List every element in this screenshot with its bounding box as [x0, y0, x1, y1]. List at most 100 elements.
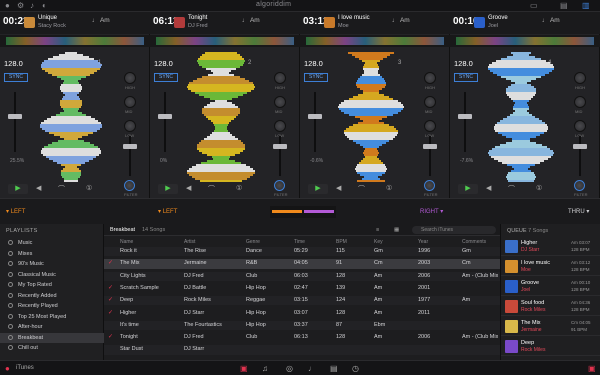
column-header[interactable]: Year — [418, 239, 428, 245]
queue-item[interactable]: The Mix Jermaine Cm 04:05 91 BPM — [501, 317, 600, 336]
sidebar-item[interactable]: Recently Added — [0, 291, 104, 301]
eq-mid-knob[interactable] — [274, 96, 286, 108]
list-view-icon[interactable]: ≡ — [376, 227, 379, 233]
artists-tab-icon[interactable]: ♫ — [262, 364, 268, 373]
table-row[interactable]: ✓ Higher DJ Starr Hip Hop 03:07 128 Am 2011 — [104, 309, 500, 318]
sidebar-item[interactable]: 90's Music — [0, 259, 104, 269]
queue-item[interactable]: Higher DJ Starr Am 03:07 128 BPM — [501, 237, 600, 256]
sidebar-item[interactable]: My Top Rated — [0, 280, 104, 290]
play-button[interactable]: ▶ — [308, 184, 328, 194]
source-label[interactable]: iTunes — [16, 365, 34, 371]
layout-icon[interactable]: ▭ — [530, 1, 538, 10]
record-icon[interactable]: ● — [5, 1, 10, 10]
filter-knob[interactable] — [274, 180, 285, 191]
eq-high-knob[interactable] — [274, 72, 286, 84]
table-row[interactable]: ✓ Tonight DJ Fred Club 06:13 128 Am 2006 Am - (C… — [104, 333, 500, 342]
bend-icon[interactable]: ⌒ — [208, 184, 215, 194]
cue-icon[interactable]: ◀ — [486, 184, 491, 192]
table-row[interactable]: ✓ Deep Rock Miles Reggae 03:15 124 Am 1977 Am — [104, 296, 500, 306]
eq-low-knob[interactable] — [424, 120, 436, 132]
bend-icon[interactable]: ⌒ — [358, 184, 365, 194]
track-overview[interactable] — [450, 35, 600, 47]
cue-icon[interactable]: ◀ — [36, 184, 41, 192]
table-row[interactable]: ✓ Scratch Sample DJ Battle Hip Hop 02:47 139 A… — [104, 284, 500, 293]
waveform[interactable] — [338, 52, 404, 182]
eq-high-knob[interactable] — [424, 72, 436, 84]
microphone-icon[interactable]: ♪ — [30, 1, 34, 10]
sync-button[interactable]: SYNC — [454, 73, 478, 82]
loop-icon[interactable]: ① — [536, 184, 542, 192]
table-row[interactable]: Rock it The Rise Dance 05:29 115 Gm 1996 Gm — [104, 247, 500, 257]
waveform[interactable] — [38, 52, 104, 182]
eq-mid-knob[interactable] — [424, 96, 436, 108]
eq-low-knob[interactable] — [574, 120, 586, 132]
history-tab-icon[interactable]: ◷ — [352, 364, 359, 373]
eq-mid-knob[interactable] — [124, 96, 136, 108]
filter-knob[interactable] — [424, 180, 435, 191]
left-assign-1[interactable]: ▾ LEFT — [6, 208, 25, 215]
column-header[interactable]: Genre — [246, 239, 260, 245]
volume-fader[interactable] — [273, 144, 287, 149]
volume-fader[interactable] — [423, 144, 437, 149]
volume-fader[interactable] — [573, 144, 587, 149]
loop-icon[interactable]: ① — [236, 184, 242, 192]
pitch-fader[interactable] — [308, 114, 322, 119]
queue-toggle-icon[interactable]: ▣ — [588, 364, 596, 373]
eq-mid-knob[interactable] — [574, 96, 586, 108]
settings-icon[interactable]: ⚙ — [17, 1, 24, 10]
playlists-tab-icon[interactable]: ▤ — [330, 364, 338, 373]
play-button[interactable]: ▶ — [158, 184, 178, 194]
pitch-fader[interactable] — [8, 114, 22, 119]
cue-icon[interactable]: ◀ — [336, 184, 341, 192]
bend-icon[interactable]: ⌒ — [58, 184, 65, 194]
track-overview[interactable] — [150, 35, 300, 47]
column-header[interactable]: BPM — [336, 239, 347, 245]
songs-tab-icon[interactable]: ▣ — [240, 364, 248, 373]
loop-icon[interactable]: ① — [86, 184, 92, 192]
sidebar-item[interactable]: Classical Music — [0, 270, 104, 280]
mixer-icon[interactable]: ▤ — [560, 1, 568, 10]
itunes-icon[interactable]: ● — [5, 364, 10, 373]
queue-item[interactable]: I love music Moe Am 03:12 128 BPM — [501, 257, 600, 276]
sidebar-item[interactable]: Breakbeat — [0, 332, 104, 343]
play-button[interactable]: ▶ — [458, 184, 478, 194]
sidebar-item[interactable]: Music — [0, 238, 104, 248]
volume-fader[interactable] — [123, 144, 137, 149]
column-header[interactable]: Comments — [462, 239, 486, 245]
play-button[interactable]: ▶ — [8, 184, 28, 194]
genres-tab-icon[interactable]: ♩ — [308, 364, 316, 373]
right-assign[interactable]: RIGHT ▾ — [420, 208, 443, 215]
column-header[interactable]: Name — [120, 239, 133, 245]
eq-low-knob[interactable] — [124, 120, 136, 132]
crossfader[interactable] — [270, 206, 336, 218]
search-input[interactable]: Search iTunes — [412, 226, 496, 234]
filter-knob[interactable] — [124, 180, 135, 191]
left-assign-2[interactable]: ▾ LEFT — [158, 208, 177, 215]
table-row[interactable]: Star Dust DJ Starr — [104, 345, 500, 355]
pitch-fader[interactable] — [458, 114, 472, 119]
albums-tab-icon[interactable]: ◎ — [286, 364, 293, 373]
column-header[interactable]: Artist — [184, 239, 195, 245]
queue-item[interactable]: Soul food Rock Miles Am 04:36 128 BPM — [501, 297, 600, 316]
sidebar-item[interactable]: Top 25 Most Played — [0, 312, 104, 322]
track-overview[interactable] — [300, 35, 450, 47]
pitch-fader[interactable] — [158, 114, 172, 119]
track-overview[interactable] — [0, 35, 150, 47]
table-row[interactable]: City Lights DJ Fred Club 06:03 128 Am 2006 Am -… — [104, 271, 500, 281]
queue-item[interactable]: Deep Rock Miles — [501, 337, 600, 356]
eq-high-knob[interactable] — [124, 72, 136, 84]
grid-view-icon[interactable]: ▦ — [394, 227, 399, 233]
eq-high-knob[interactable] — [574, 72, 586, 84]
waveform[interactable] — [488, 52, 554, 182]
waveform[interactable] — [187, 52, 255, 182]
queue-item[interactable]: Groove Joel Am 00:10 128 BPM — [501, 277, 600, 296]
loop-icon[interactable]: ① — [386, 184, 392, 192]
cue-icon[interactable]: ◀ — [186, 184, 191, 192]
bend-icon[interactable]: ⌒ — [508, 184, 515, 194]
headphones-icon[interactable]: ◐ — [42, 1, 47, 10]
table-row[interactable]: It's time The Fourtastics Hip Hop 03:37 87 Eb… — [104, 320, 500, 331]
sync-button[interactable]: SYNC — [4, 73, 28, 82]
sidebar-item[interactable]: After-hour — [0, 322, 104, 332]
sync-button[interactable]: SYNC — [154, 73, 178, 82]
column-header[interactable]: Time — [294, 239, 305, 245]
